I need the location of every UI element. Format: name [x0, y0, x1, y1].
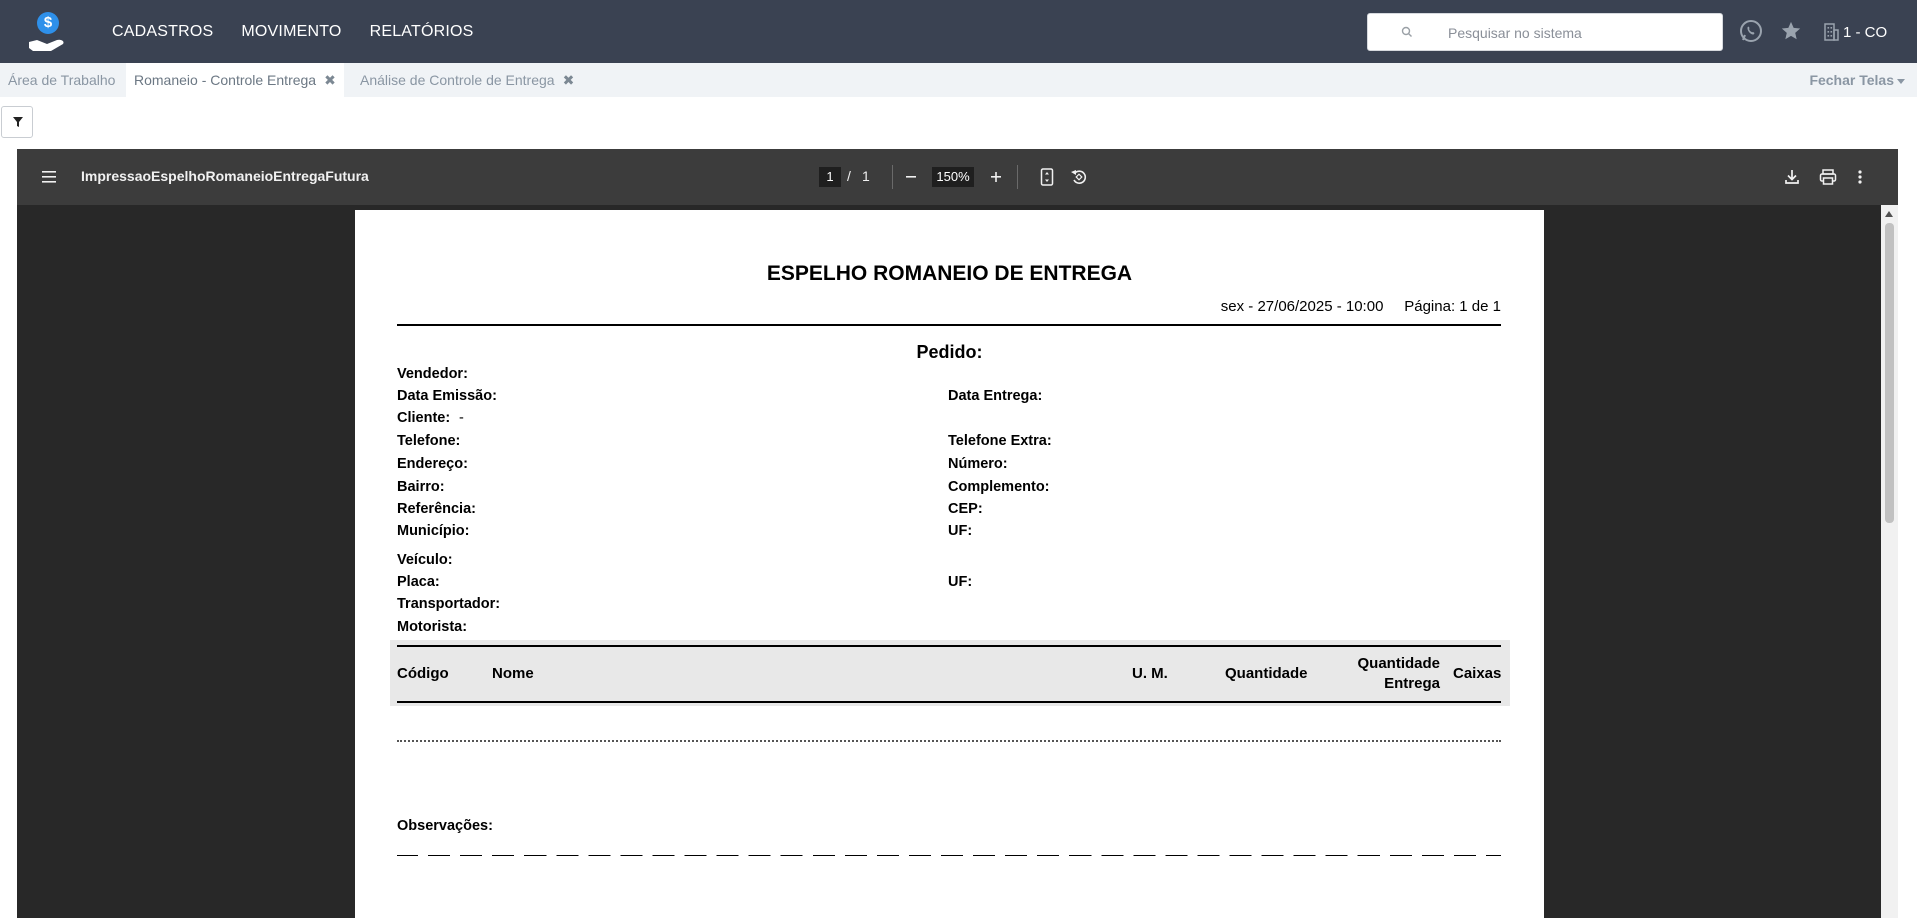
whatsapp-icon[interactable] — [1739, 19, 1763, 43]
building-icon — [1824, 23, 1839, 41]
table-bottom-rule — [397, 701, 1501, 703]
filter-icon — [13, 117, 23, 127]
org-selector[interactable]: 1 - CO — [1823, 22, 1887, 42]
label-placa: Placa: — [397, 574, 440, 590]
cliente-value: - — [459, 410, 464, 426]
label-uf-placa: UF: — [948, 574, 973, 590]
header-divider — [397, 324, 1501, 326]
header-quantidade: Quantidade — [1225, 665, 1308, 682]
pedido-heading: Pedido: — [916, 342, 983, 362]
header-quantidade-entrega: Quantidade Entrega — [1352, 655, 1440, 692]
page-number-input[interactable]: 1 — [819, 167, 841, 187]
scroll-up-icon[interactable] — [1885, 211, 1893, 217]
hamburger-menu-icon[interactable] — [41, 170, 57, 184]
zoom-in-icon[interactable] — [988, 167, 1004, 187]
dollar-coin-icon: $ — [37, 12, 59, 34]
menu-movimento[interactable]: MOVIMENTO — [241, 23, 341, 41]
search-box[interactable] — [1367, 13, 1723, 51]
page-separator: / — [847, 168, 851, 184]
items-table-header: Código Nome U. M. Quantidade Quantidade … — [390, 640, 1510, 706]
logo-icon[interactable]: $ — [24, 10, 70, 54]
label-data-emissao: Data Emissão: — [397, 388, 497, 404]
header-quantidade-entrega-line1: Quantidade — [1357, 655, 1440, 672]
tab-area-de-trabalho[interactable]: Área de Trabalho — [0, 63, 123, 97]
dotted-separator — [397, 740, 1501, 742]
filter-button[interactable] — [1, 106, 33, 138]
download-icon[interactable] — [1783, 167, 1801, 187]
tab-romaneio-controle-entrega[interactable]: Romaneio - Controle Entrega ✖ — [126, 63, 344, 97]
tab-analise-controle-entrega[interactable]: Análise de Controle de Entrega ✖ — [352, 63, 582, 97]
label-veiculo: Veículo: — [397, 552, 453, 568]
label-numero: Número: — [948, 456, 1008, 472]
observacoes-label: Observações: — [397, 818, 493, 834]
pdf-page: ESPELHO ROMANEIO DE ENTREGA sex - 27/06/… — [355, 210, 1544, 918]
label-bairro: Bairro: — [397, 479, 445, 495]
header-um: U. M. — [1132, 665, 1168, 682]
more-options-icon[interactable] — [1857, 167, 1863, 187]
label-municipio: Município: — [397, 523, 470, 539]
close-all-tabs-dropdown[interactable]: Fechar Telas — [1809, 63, 1905, 97]
header-caixas: Caixas — [1453, 665, 1502, 682]
label-uf: UF: — [948, 523, 973, 539]
toolbar-divider — [1017, 165, 1018, 189]
label-vendedor: Vendedor: — [397, 366, 468, 382]
close-icon[interactable]: ✖ — [324, 63, 336, 97]
pdf-scrollbar[interactable] — [1881, 205, 1898, 918]
label-telefone: Telefone: — [397, 433, 461, 449]
label-data-entrega: Data Entrega: — [948, 388, 1043, 404]
document-date-page: sex - 27/06/2025 - 10:00 Página: 1 de 1 — [1220, 298, 1501, 315]
org-label: 1 - CO — [1843, 23, 1888, 41]
label-cep: CEP: — [948, 501, 983, 517]
pdf-toolbar: ImpressaoEspelhoRomaneioEntregaFutura 1 … — [17, 149, 1898, 205]
menu-cadastros[interactable]: CADASTROS — [112, 23, 213, 41]
tab-bar: Área de Trabalho Romaneio - Controle Ent… — [0, 63, 1917, 97]
table-top-rule — [397, 645, 1501, 647]
search-input[interactable] — [1448, 22, 1708, 44]
label-transportador: Transportador: — [397, 596, 501, 612]
star-icon[interactable] — [1780, 20, 1802, 42]
label-telefone-extra: Telefone Extra: — [948, 433, 1052, 449]
header-codigo: Código — [397, 665, 449, 682]
pdf-title: ImpressaoEspelhoRomaneioEntregaFutura — [81, 168, 369, 184]
label-referencia: Referência: — [397, 501, 476, 517]
hand-icon — [29, 39, 64, 51]
rotate-icon[interactable] — [1069, 167, 1089, 187]
observacoes-line — [397, 855, 1501, 856]
label-endereco: Endereço: — [397, 456, 468, 472]
tab-label: Análise de Controle de Entrega — [360, 72, 555, 88]
close-all-label: Fechar Telas — [1809, 72, 1894, 88]
label-motorista: Motorista: — [397, 619, 468, 635]
page-total: 1 — [862, 168, 870, 184]
label-complemento: Complemento: — [948, 479, 1050, 495]
caret-down-icon — [1897, 78, 1905, 84]
print-icon[interactable] — [1818, 167, 1838, 187]
main-menu: CADASTROS MOVIMENTO RELATÓRIOS — [112, 0, 474, 63]
scrollbar-thumb[interactable] — [1885, 223, 1894, 523]
zoom-level[interactable]: 150% — [932, 167, 974, 187]
tab-label: Romaneio - Controle Entrega — [134, 72, 317, 88]
fit-page-icon[interactable] — [1039, 167, 1055, 187]
toolbar-divider — [892, 165, 893, 189]
menu-relatorios[interactable]: RELATÓRIOS — [370, 23, 474, 41]
document-title: ESPELHO ROMANEIO DE ENTREGA — [766, 262, 1133, 285]
tab-label: Área de Trabalho — [8, 72, 116, 88]
zoom-out-icon[interactable] — [903, 167, 919, 187]
top-navbar: $ CADASTROS MOVIMENTO RELATÓRIOS 1 - CO — [0, 0, 1917, 63]
header-nome: Nome — [492, 665, 534, 682]
search-icon — [1401, 26, 1412, 37]
header-quantidade-entrega-line2: Entrega — [1384, 675, 1440, 692]
label-cliente: Cliente: — [397, 410, 451, 426]
close-icon[interactable]: ✖ — [563, 63, 575, 97]
